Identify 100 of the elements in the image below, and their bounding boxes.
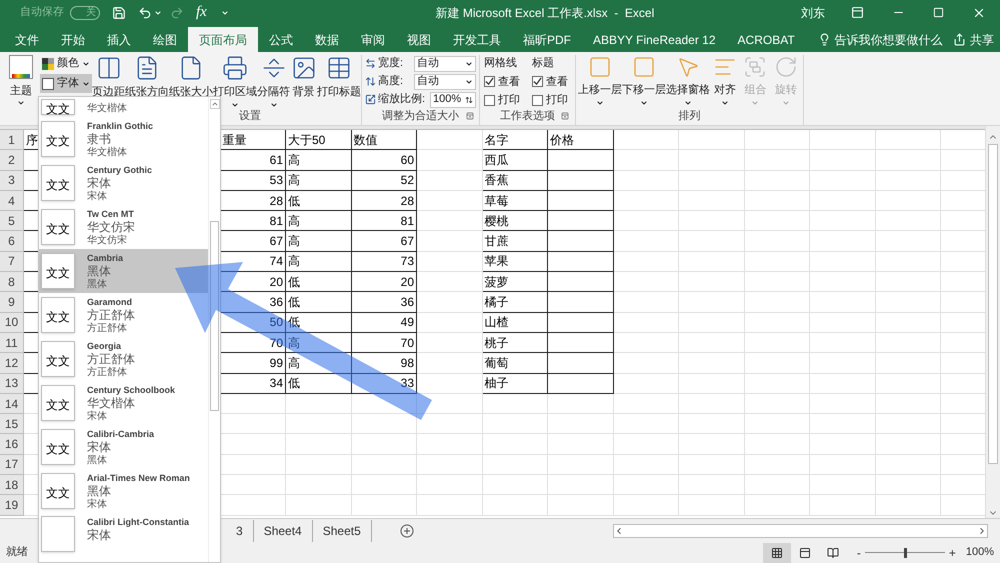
font-menu-item[interactable]: 文文 Calibri-Cambria 宋体 黑体 bbox=[39, 425, 208, 469]
ribbon-tab[interactable]: 绘图 bbox=[142, 27, 188, 52]
font-menu-item[interactable]: 文文 Century Gothic 宋体 宋体 bbox=[39, 161, 208, 205]
page-setup-button[interactable]: 打印区域 bbox=[213, 55, 257, 109]
colors-button[interactable]: 颜色 bbox=[40, 55, 92, 72]
checkbox[interactable] bbox=[532, 76, 543, 88]
ribbon-tab[interactable]: 文件 bbox=[4, 27, 50, 52]
checkbox[interactable] bbox=[532, 94, 543, 106]
table-cell bbox=[679, 190, 744, 212]
ribbon-display-icon[interactable] bbox=[851, 6, 864, 19]
row-number[interactable]: 1 bbox=[0, 130, 24, 150]
font-menu-item[interactable]: 文文 Georgia 方正舒体 方正舒体 bbox=[39, 337, 208, 381]
arrange-button[interactable]: 上移一层 bbox=[578, 55, 622, 109]
page-setup-button[interactable]: 背景 bbox=[290, 55, 317, 109]
maximize-icon[interactable] bbox=[933, 7, 944, 18]
row-number[interactable]: 4 bbox=[0, 190, 24, 212]
table-cell bbox=[614, 170, 679, 191]
row-number[interactable]: 17 bbox=[0, 454, 24, 476]
body-font: 华文仿宋 bbox=[87, 234, 128, 246]
ribbon-tab[interactable]: 福昕PDF bbox=[512, 27, 582, 52]
tell-me-field[interactable]: 告诉我你想要做什么 bbox=[834, 30, 943, 48]
heading-font: 方正舒体 bbox=[87, 352, 135, 366]
row-number[interactable]: 7 bbox=[0, 252, 24, 272]
table-cell bbox=[744, 292, 810, 313]
arrange-button[interactable]: 选择窗格 bbox=[666, 55, 710, 109]
font-menu-item[interactable]: Calibri Light-Constantia 宋体 bbox=[39, 513, 208, 553]
add-sheet-icon[interactable] bbox=[400, 524, 414, 538]
save-icon[interactable] bbox=[112, 6, 126, 20]
font-preview: 文文 bbox=[41, 429, 75, 465]
checkbox[interactable] bbox=[484, 94, 495, 106]
table-cell bbox=[614, 190, 679, 212]
scale-spinner[interactable]: 100% bbox=[430, 92, 476, 108]
share-button[interactable]: 共享 bbox=[970, 30, 994, 48]
row-number[interactable]: 14 bbox=[0, 394, 24, 414]
zoom-slider-thumb[interactable] bbox=[904, 548, 907, 558]
table-cell bbox=[614, 353, 679, 374]
row-number[interactable]: 11 bbox=[0, 332, 24, 354]
ribbon-tab[interactable]: 页面布局 bbox=[188, 27, 258, 52]
row-number[interactable]: 5 bbox=[0, 211, 24, 232]
scale-select[interactable]: 自动 bbox=[414, 56, 476, 72]
font-menu-item[interactable]: 文文 Century Schoolbook 华文楷体 宋体 bbox=[39, 381, 208, 425]
checkbox[interactable] bbox=[484, 76, 495, 88]
ribbon-tab[interactable]: 视图 bbox=[396, 27, 442, 52]
font-menu-item[interactable]: 文文 Tw Cen MT 华文仿宋 华文仿宋 bbox=[39, 205, 208, 249]
launcher-icon[interactable] bbox=[466, 112, 474, 120]
font-preview: 文文 bbox=[41, 165, 75, 201]
ribbon-tab[interactable]: ACROBAT bbox=[726, 27, 806, 52]
themes-button[interactable]: 主题 bbox=[4, 55, 38, 107]
table-cell bbox=[614, 150, 679, 171]
scale-select[interactable]: 自动 bbox=[414, 74, 476, 90]
page-setup-button[interactable]: 分隔符 bbox=[257, 55, 290, 109]
undo-icon[interactable] bbox=[138, 6, 152, 20]
scrollbar-thumb[interactable] bbox=[988, 144, 998, 464]
row-number[interactable]: 12 bbox=[0, 353, 24, 374]
ribbon-tab[interactable]: ABBYY FineReader 12 bbox=[582, 27, 727, 52]
ribbon-tab[interactable]: 数据 bbox=[304, 27, 350, 52]
zoom-out-button[interactable]: - bbox=[856, 544, 861, 562]
row-number[interactable]: 19 bbox=[0, 495, 24, 516]
insert-function-button[interactable]: fx bbox=[196, 1, 207, 24]
ribbon-tab[interactable]: 插入 bbox=[96, 27, 142, 52]
row-number[interactable]: 3 bbox=[0, 170, 24, 191]
page-setup-button[interactable]: 打印标题 bbox=[317, 55, 361, 109]
launcher-icon[interactable] bbox=[561, 112, 569, 120]
row-number[interactable]: 13 bbox=[0, 374, 24, 394]
table-cell bbox=[548, 454, 614, 476]
table-cell: 高 bbox=[286, 353, 352, 374]
row-number[interactable]: 18 bbox=[0, 475, 24, 496]
table-cell bbox=[810, 454, 876, 476]
row-number[interactable]: 10 bbox=[0, 312, 24, 333]
ribbon-tab[interactable]: 开始 bbox=[50, 27, 96, 52]
font-menu-item[interactable]: 文文 Garamond 方正舒体 方正舒体 bbox=[39, 293, 208, 337]
row-number[interactable]: 9 bbox=[0, 292, 24, 313]
fonts-button[interactable]: 字体 bbox=[40, 74, 92, 93]
table-cell bbox=[679, 374, 744, 394]
row-number[interactable]: 2 bbox=[0, 150, 24, 171]
caret-icon bbox=[17, 99, 25, 107]
zoom-in-button[interactable]: + bbox=[948, 544, 956, 562]
ribbon-tab[interactable]: 审阅 bbox=[350, 27, 396, 52]
ribbon-tab[interactable]: 开发工具 bbox=[442, 27, 512, 52]
scrollbar-thumb[interactable] bbox=[210, 221, 219, 411]
checkbox-label: 打印 bbox=[546, 93, 568, 108]
table-cell bbox=[876, 231, 941, 252]
table-cell bbox=[810, 292, 876, 313]
table-cell: 苹果 bbox=[482, 252, 548, 272]
arrange-button[interactable]: 下移一层 bbox=[622, 55, 666, 109]
checkbox-label: 打印 bbox=[498, 93, 520, 108]
font-theme-name: Arial-Times New Roman bbox=[87, 472, 190, 484]
ribbon-tab[interactable]: 公式 bbox=[258, 27, 304, 52]
caret-icon bbox=[82, 60, 90, 68]
font-menu-item[interactable]: 文文 Arial-Times New Roman 黑体 宋体 bbox=[39, 469, 208, 513]
row-number[interactable]: 6 bbox=[0, 231, 24, 252]
table-cell bbox=[876, 394, 941, 414]
view-button[interactable] bbox=[762, 542, 791, 562]
horizontal-scrollbar[interactable] bbox=[613, 524, 988, 538]
row-number[interactable]: 15 bbox=[0, 414, 24, 434]
row-number[interactable]: 8 bbox=[0, 272, 24, 292]
table-cell bbox=[417, 170, 482, 191]
row-number[interactable]: 16 bbox=[0, 434, 24, 455]
font-menu-item[interactable]: 文文 Cambria 黑体 黑体 bbox=[39, 249, 208, 293]
arrange-button[interactable]: 对齐 bbox=[710, 55, 740, 109]
